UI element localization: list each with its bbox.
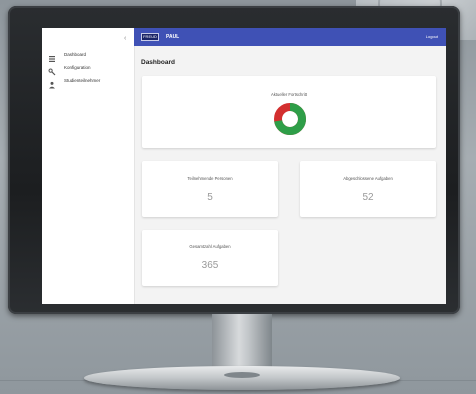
- sidebar-item-label: Dashboard: [64, 51, 87, 57]
- stat-card-value: 5: [207, 192, 213, 203]
- stat-card-title: Gesamtzahl Aufgaben: [189, 244, 231, 249]
- stat-card-gesamt: Gesamtzahl Aufgaben 365: [142, 230, 278, 286]
- page-title: Dashboard: [141, 59, 175, 66]
- stat-card-abgeschlossen: Abgeschlossene Aufgaben 52: [300, 161, 436, 217]
- progress-donut-chart: [274, 103, 306, 135]
- monitor-screen: ‹ Dashboard Konfiguration Studienteilneh…: [42, 28, 446, 304]
- stat-card-value: 52: [362, 192, 374, 203]
- sidebar-item-dashboard[interactable]: Dashboard: [48, 49, 87, 62]
- top-app-bar: FREUD PAUL Logout: [134, 28, 446, 46]
- brand-logo[interactable]: FREUD: [141, 33, 159, 41]
- logout-button[interactable]: Logout: [426, 33, 438, 41]
- sidebar-item-studienteilnehmer[interactable]: Studienteilnehmer: [48, 75, 101, 89]
- progress-card: Aktueller Fortschritt: [142, 76, 436, 148]
- wrench-icon: [48, 63, 56, 76]
- stat-card-teilnehmende: Teilnehmende Personen 5: [142, 161, 278, 217]
- app-title: PAUL: [166, 34, 180, 40]
- progress-card-title: Aktueller Fortschritt: [270, 92, 308, 97]
- monitor-bezel: ‹ Dashboard Konfiguration Studienteilneh…: [8, 6, 460, 314]
- monitor-stand-slot: [224, 372, 260, 378]
- main-content: Dashboard Aktueller Fortschritt Teilnehm…: [134, 46, 446, 304]
- stat-card-title: Abgeschlossene Aufgaben: [343, 176, 393, 181]
- monitor-stand-neck: [212, 314, 272, 374]
- person-icon: [48, 76, 56, 89]
- stat-card-title: Teilnehmende Personen: [187, 176, 233, 181]
- monitor-stand-base: [84, 366, 400, 390]
- sidebar-item-konfiguration[interactable]: Konfiguration: [48, 62, 91, 76]
- grid-icon: [48, 50, 56, 62]
- sidebar: ‹ Dashboard Konfiguration Studienteilneh…: [42, 28, 135, 304]
- sidebar-collapse-icon[interactable]: ‹: [124, 35, 128, 42]
- sidebar-item-label: Konfiguration: [64, 64, 91, 70]
- stat-card-value: 365: [201, 260, 219, 271]
- sidebar-item-label: Studienteilnehmer: [64, 77, 101, 83]
